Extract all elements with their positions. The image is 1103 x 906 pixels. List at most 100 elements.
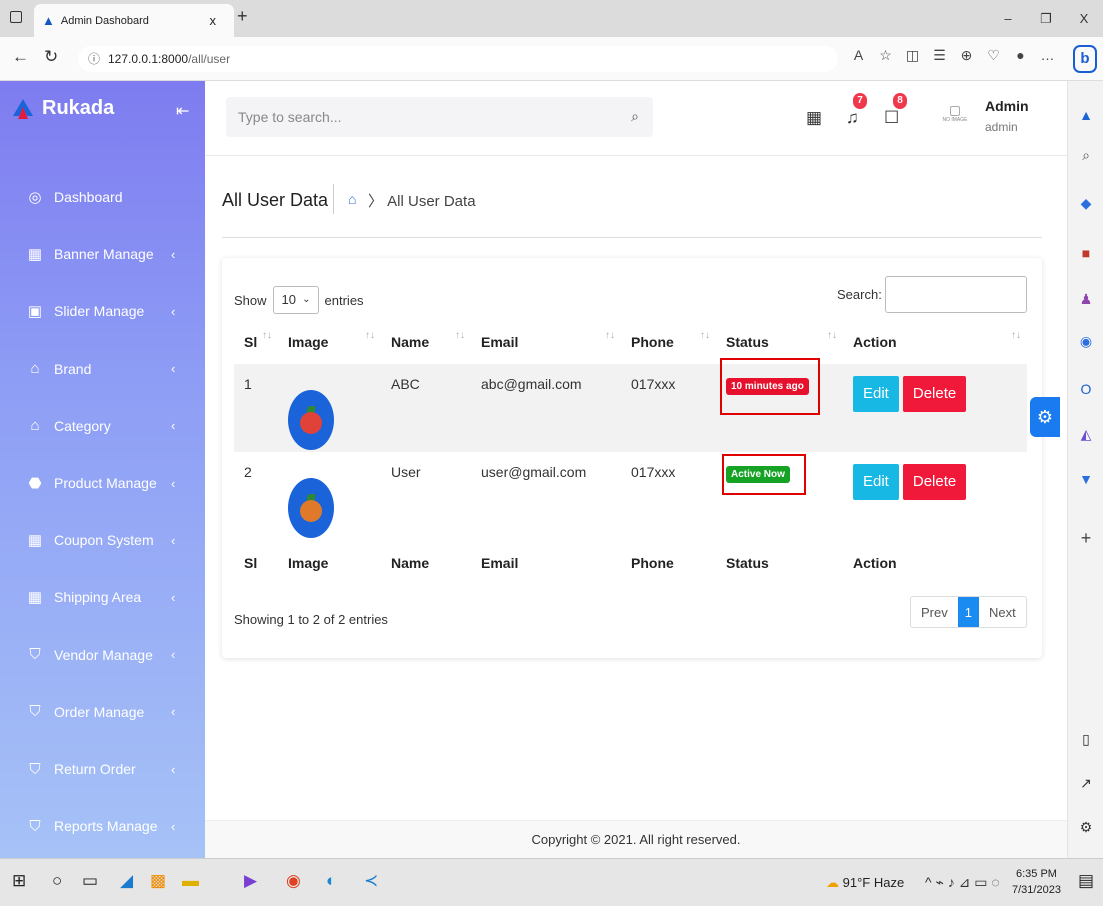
sidebar-item-order-manage[interactable]: ⛉ Order Manage ‹: [0, 697, 205, 727]
sidebar-item-vendor-manage[interactable]: ⛉ Vendor Manage ‹: [0, 640, 205, 670]
browser-tab[interactable]: ▲ Admin Dashobard x: [34, 4, 234, 37]
sidebar-item-category[interactable]: ⌂ Category ‹: [0, 411, 205, 441]
grid-icon: ▦: [27, 246, 43, 264]
favorites-icon[interactable]: ☰: [926, 47, 953, 64]
favorite-star-icon[interactable]: ☆: [872, 47, 899, 64]
vscode-icon[interactable]: ≺: [364, 871, 378, 891]
page-length-select[interactable]: 10 ⌄: [272, 286, 319, 314]
back-icon[interactable]: ←: [12, 47, 29, 67]
avatar[interactable]: NO IMAGE: [942, 104, 968, 130]
sidebar-item-coupon-system[interactable]: ▦ Coupon System ‹: [0, 525, 205, 555]
external-link-icon[interactable]: ↗: [1068, 775, 1103, 792]
column-header-sl[interactable]: Sl ↑↓: [234, 320, 278, 364]
bell-icon[interactable]: ▲: [1068, 107, 1103, 123]
search-input[interactable]: [226, 97, 606, 137]
user-name[interactable]: Admin: [985, 98, 1029, 114]
windows-start-icon[interactable]: ⊞: [12, 871, 26, 891]
delete-button[interactable]: Delete: [902, 464, 967, 500]
sidebar-item-banner-manage[interactable]: ▦ Banner Manage ‹: [0, 239, 205, 269]
file-explorer-icon[interactable]: ▬: [182, 871, 199, 891]
refresh-icon[interactable]: ↻: [44, 47, 58, 67]
collections-icon[interactable]: ⊕: [953, 47, 980, 64]
info-icon[interactable]: ⓘ: [88, 46, 100, 72]
task-view-icon[interactable]: ▭: [82, 871, 98, 891]
sort-icon: ↑↓: [365, 330, 375, 341]
sidebar-item-label: Vendor Manage: [54, 646, 153, 663]
avatar-placeholder-text: NO IMAGE: [942, 117, 968, 123]
edit-button[interactable]: Edit: [853, 464, 899, 500]
edge-icon[interactable]: ◐: [326, 871, 336, 891]
column-header-image[interactable]: Image ↑↓: [278, 320, 381, 364]
outlook-icon[interactable]: O: [1068, 381, 1103, 397]
bing-chat-icon[interactable]: b: [1073, 45, 1097, 73]
designer-icon[interactable]: ◭: [1068, 426, 1103, 443]
url-field[interactable]: ⓘ 127.0.0.1:8000/all/user: [78, 46, 838, 72]
app-icon[interactable]: ◢: [120, 871, 133, 891]
sidebar-item-shipping-area[interactable]: ▦ Shipping Area ‹: [0, 582, 205, 612]
edit-button[interactable]: Edit: [853, 376, 899, 412]
apps-grid-icon[interactable]: ▦: [806, 108, 822, 128]
collapse-sidebar-icon[interactable]: ⇤: [176, 101, 189, 121]
visual-studio-icon[interactable]: ▶: [244, 871, 257, 891]
panel-icon[interactable]: ▯: [1068, 731, 1103, 748]
breadcrumb-underline: [222, 237, 1042, 238]
notification-center-icon[interactable]: ▤: [1078, 871, 1094, 891]
column-header-phone[interactable]: Phone ↑↓: [621, 320, 716, 364]
message-icon[interactable]: ☐: [884, 108, 899, 128]
theme-settings-gear-icon[interactable]: ⚙: [1030, 397, 1060, 437]
tag-icon[interactable]: ◆: [1068, 195, 1103, 212]
table-search-input[interactable]: [885, 276, 1027, 313]
shopping-icon[interactable]: ■: [1068, 245, 1103, 261]
add-icon[interactable]: +: [1068, 528, 1103, 549]
delete-button[interactable]: Delete: [902, 376, 967, 412]
url-host: 127.0.0.1:8000: [108, 52, 189, 66]
clock[interactable]: 6:35 PM 7/31/2023: [1012, 866, 1061, 898]
extensions-icon[interactable]: ♡: [980, 47, 1007, 64]
next-page-button[interactable]: Next: [979, 597, 1026, 627]
sort-icon: ↑↓: [1011, 330, 1021, 341]
brand-logo[interactable]: Rukada: [12, 97, 114, 120]
xampp-icon[interactable]: ▩: [150, 871, 166, 891]
cart-icon: ⛉: [29, 817, 41, 835]
minimize-button[interactable]: –: [989, 0, 1027, 37]
more-icon[interactable]: …: [1034, 47, 1061, 64]
sidebar-item-brand[interactable]: ⌂ Brand ‹: [0, 354, 205, 384]
sidebar-item-label: Reports Manage: [54, 818, 158, 835]
new-tab-button[interactable]: +: [237, 6, 248, 27]
grid-icon: ▦: [27, 532, 43, 550]
tab-close-button[interactable]: x: [210, 13, 217, 28]
profile-icon[interactable]: ●: [1007, 47, 1034, 64]
sidebar-item-reports-manage[interactable]: ⛉ Reports Manage ‹: [0, 811, 205, 841]
home-icon[interactable]: ⌂: [348, 191, 356, 207]
page-title: All User Data: [222, 190, 329, 210]
system-tray[interactable]: ^ ⌁ ♪ ⊿ ▭ ◌: [925, 874, 1000, 891]
close-window-button[interactable]: X: [1065, 0, 1103, 37]
prev-page-button[interactable]: Prev: [911, 597, 958, 627]
read-aloud-icon[interactable]: A: [845, 47, 872, 64]
column-header-email[interactable]: Email ↑↓: [471, 320, 621, 364]
sidebar-item-slider-manage[interactable]: ▣ Slider Manage ‹: [0, 296, 205, 326]
tab-actions-icon[interactable]: [10, 11, 22, 23]
settings-icon[interactable]: ⚙: [1068, 819, 1103, 836]
chevron-left-icon: ‹: [171, 246, 176, 262]
weather-widget[interactable]: ☁ 91°F Haze: [826, 875, 904, 891]
sidebar-item-product-manage[interactable]: ⬣ Product Manage ‹: [0, 468, 205, 498]
notification-bell-icon[interactable]: ♫: [846, 108, 859, 128]
split-screen-icon[interactable]: ◫: [899, 47, 926, 64]
sidebar-item-dashboard[interactable]: ◎ Dashboard: [0, 182, 205, 212]
page-1-button[interactable]: 1: [957, 597, 979, 627]
column-header-action[interactable]: Action ↑↓: [843, 320, 1027, 364]
chrome-icon[interactable]: ◉: [286, 871, 301, 891]
search-icon[interactable]: ⌕: [1068, 147, 1103, 164]
office-icon[interactable]: ◉: [1068, 333, 1103, 350]
drop-icon[interactable]: ▼: [1068, 471, 1103, 487]
sidebar-item-return-order[interactable]: ⛉ Return Order ‹: [0, 754, 205, 784]
address-bar-row: ← ↻ ⓘ 127.0.0.1:8000/all/user A ☆ ◫ ☰ ⊕ …: [0, 37, 1103, 81]
search-icon[interactable]: ○: [52, 871, 62, 891]
restore-button[interactable]: ❐: [1027, 0, 1065, 37]
search-icon[interactable]: ⌕: [631, 108, 639, 125]
tab-title: Admin Dashobard: [60, 14, 149, 27]
column-header-name[interactable]: Name ↑↓: [381, 320, 471, 364]
games-icon[interactable]: ♟: [1068, 291, 1103, 308]
header-search: ⌕: [226, 97, 653, 137]
